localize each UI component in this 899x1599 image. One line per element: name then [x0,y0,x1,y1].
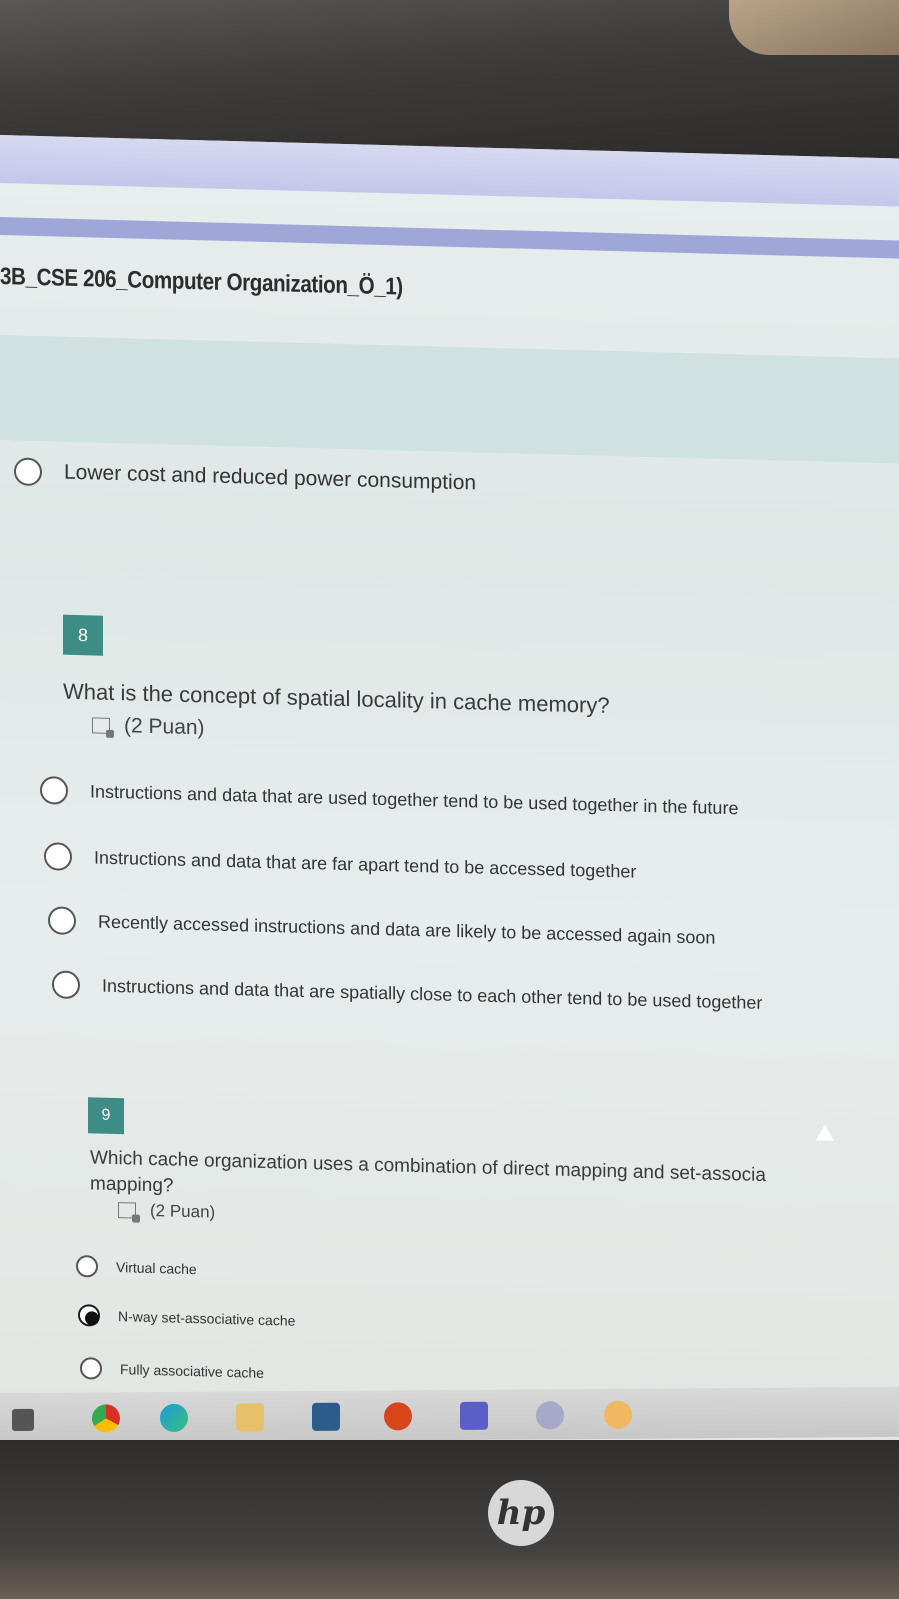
radio-button[interactable] [44,842,72,871]
option-label: Virtual cache [116,1259,197,1278]
question-points: (2 Puan) [118,1200,215,1223]
radio-button[interactable] [76,1254,98,1278]
points-label: (2 Puan) [150,1200,216,1222]
monitor-bottom-bezel [0,1440,899,1599]
option-label: Instructions and data that are far apart… [94,846,637,882]
radio-button[interactable] [40,776,68,805]
office-icon[interactable] [384,1402,412,1431]
option-label: Instructions and data that are used toge… [90,780,739,818]
question-points: (2 Puan) [92,713,205,740]
question-9-option-2[interactable]: N-way set-associative cache [78,1304,295,1332]
option-label: N-way set-associative cache [118,1308,296,1329]
form-header-accent [0,217,899,259]
option-label: Lower cost and reduced power consumption [64,460,477,495]
edge-icon[interactable] [160,1403,188,1433]
question-8-option-2[interactable]: Instructions and data that are far apart… [44,842,636,886]
immersive-reader-icon[interactable] [118,1202,136,1219]
hp-logo: hp [488,1480,554,1546]
taskbar [0,1386,899,1444]
question-8-option-3[interactable]: Recently accessed instructions and data … [48,906,715,951]
question-9-option-3[interactable]: Fully associative cache [80,1357,264,1384]
radio-button-selected[interactable] [78,1304,100,1327]
question-number-badge: 9 [88,1097,124,1135]
chrome-icon[interactable] [92,1404,120,1433]
question-text: What is the concept of spatial locality … [63,678,610,718]
question-number-badge: 8 [63,614,103,656]
radio-button[interactable] [52,970,80,1000]
teams-icon[interactable] [460,1401,488,1430]
form-title: 3B_CSE 206_Computer Organization_Ö_1) [0,263,403,301]
app-icon[interactable] [536,1401,564,1430]
question-8-option-4[interactable]: Instructions and data that are spatially… [52,970,762,1017]
prev-option[interactable]: Lower cost and reduced power consumption [14,457,476,497]
option-label: Recently accessed instructions and data … [98,911,716,948]
radio-button[interactable] [14,457,42,487]
background-object [729,0,899,55]
radio-button[interactable] [48,906,76,935]
screen: 3B_CSE 206_Computer Organization_Ö_1) Lo… [0,135,899,1459]
mouse-cursor-icon [816,1124,834,1141]
question-9-option-1[interactable]: Virtual cache [76,1254,197,1280]
mail-icon[interactable] [312,1402,340,1431]
task-view-icon[interactable] [12,1408,34,1432]
question-8-option-1[interactable]: Instructions and data that are used toge… [40,776,738,822]
radio-button[interactable] [80,1357,102,1380]
option-label: Fully associative cache [120,1361,264,1381]
immersive-reader-icon[interactable] [92,717,110,734]
points-label: (2 Puan) [124,714,205,740]
app-icon[interactable] [604,1400,632,1429]
file-explorer-icon[interactable] [236,1403,264,1432]
form-header-band [0,335,899,464]
option-label: Instructions and data that are spatially… [102,975,763,1013]
